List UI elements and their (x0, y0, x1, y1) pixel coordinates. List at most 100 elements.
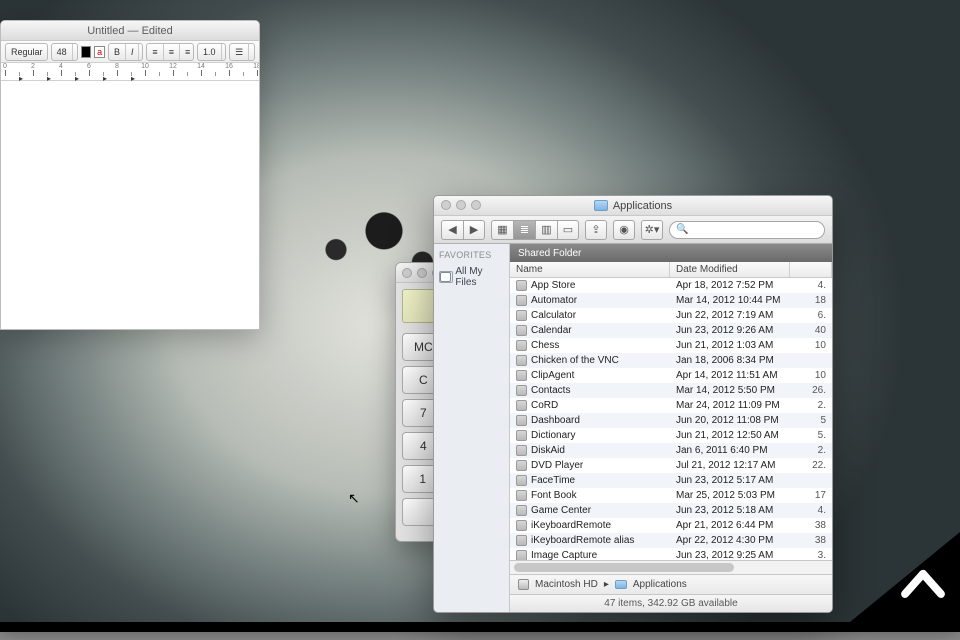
file-name: Game Center (531, 505, 591, 516)
column-size[interactable] (790, 262, 832, 277)
file-name: FaceTime (531, 475, 575, 486)
file-name: Font Book (531, 490, 577, 501)
textedit-document-body[interactable] (1, 81, 259, 329)
table-row[interactable]: ChessJun 21, 2012 1:03 AM10 (510, 338, 832, 353)
file-date: Jun 21, 2012 1:03 AM (670, 340, 790, 351)
file-name: Calendar (531, 325, 572, 336)
text-color-red-swatch[interactable]: a (94, 46, 105, 58)
file-name: Dictionary (531, 430, 575, 441)
table-row[interactable]: CalculatorJun 22, 2012 7:19 AM6. (510, 308, 832, 323)
file-size: 17 (790, 490, 832, 501)
file-name: Automator (531, 295, 577, 306)
table-row[interactable]: Game CenterJun 23, 2012 5:18 AM4. (510, 503, 832, 518)
file-name: App Store (531, 280, 575, 291)
file-list[interactable]: App StoreApr 18, 2012 7:52 PM4.Automator… (510, 278, 832, 560)
table-row[interactable]: ContactsMar 14, 2012 5:50 PM26. (510, 383, 832, 398)
column-name[interactable]: Name (510, 262, 670, 277)
finder-title: Applications (613, 200, 672, 212)
file-date: Jun 21, 2012 12:50 AM (670, 430, 790, 441)
table-row[interactable]: ClipAgentApr 14, 2012 11:51 AM10 (510, 368, 832, 383)
file-size: 4. (790, 505, 832, 516)
align-seg[interactable]: ≡≡≡≡ (146, 43, 194, 61)
zoom-icon[interactable] (471, 200, 481, 210)
file-size: 38 (790, 520, 832, 531)
file-date: Mar 25, 2012 5:03 PM (670, 490, 790, 501)
table-row[interactable]: AutomatorMar 14, 2012 10:44 PM18 (510, 293, 832, 308)
table-row[interactable]: App StoreApr 18, 2012 7:52 PM4. (510, 278, 832, 293)
action-button[interactable]: ✲▾ (641, 220, 663, 240)
scrollbar-thumb[interactable] (514, 563, 734, 572)
bottom-edge (0, 622, 960, 632)
file-size: 10 (790, 340, 832, 351)
table-row[interactable]: CoRDMar 24, 2012 11:09 PM2. (510, 398, 832, 413)
table-row[interactable]: iKeyboardRemoteApr 21, 2012 6:44 PM38 (510, 518, 832, 533)
path-bar[interactable]: Macintosh HD ▸ Applications (510, 574, 832, 594)
disk-icon (518, 579, 529, 590)
text-color-swatch[interactable] (81, 46, 92, 58)
finder-titlebar[interactable]: Applications (434, 196, 832, 216)
app-icon (516, 415, 527, 426)
minimize-icon[interactable] (417, 268, 427, 278)
table-row[interactable]: Image CaptureJun 23, 2012 9:25 AM3. (510, 548, 832, 560)
style-selector[interactable]: Regular▾ (5, 43, 48, 61)
file-size: 38 (790, 535, 832, 546)
font-size-field[interactable]: 48▾ (51, 43, 78, 61)
status-bar: 47 items, 342.92 GB available (510, 594, 832, 612)
close-icon[interactable] (441, 200, 451, 210)
horizontal-scrollbar[interactable] (510, 560, 832, 574)
icon-view-button[interactable]: ▦ (491, 220, 513, 240)
sidebar-header-favorites: FAVORITES (439, 250, 504, 260)
nav-back-forward[interactable]: ◀▶ (441, 220, 485, 240)
file-date: Jan 18, 2006 8:34 PM (670, 355, 790, 366)
quicklook-button[interactable]: ◉ (613, 220, 635, 240)
table-row[interactable]: FaceTimeJun 23, 2012 5:17 AM (510, 473, 832, 488)
app-icon (516, 430, 527, 441)
file-name: DVD Player (531, 460, 583, 471)
file-size: 6. (790, 310, 832, 321)
coverflow-view-button[interactable]: ▭ (557, 220, 579, 240)
shared-folder-bar: Shared Folder (510, 244, 832, 262)
search-input[interactable]: 🔍 (669, 221, 825, 239)
share-button[interactable]: ⇪ (585, 220, 607, 240)
ruler-number: 4 (59, 63, 63, 70)
table-row[interactable]: DVD PlayerJul 21, 2012 12:17 AM22. (510, 458, 832, 473)
table-row[interactable]: Chicken of the VNCJan 18, 2006 8:34 PM (510, 353, 832, 368)
table-row[interactable]: iKeyboardRemote aliasApr 22, 2012 4:30 P… (510, 533, 832, 548)
file-name: DiskAid (531, 445, 565, 456)
view-mode-seg[interactable]: ▦ ≣ ▥ ▭ (491, 220, 579, 240)
column-date[interactable]: Date Modified (670, 262, 790, 277)
table-row[interactable]: Font Book Mar 25, 2012 5:03 PM17 (510, 488, 832, 503)
file-date: Mar 24, 2012 11:09 PM (670, 400, 790, 411)
table-row[interactable]: CalendarJun 23, 2012 9:26 AM40 (510, 323, 832, 338)
list-view-button[interactable]: ≣ (513, 220, 535, 240)
file-date: Jun 20, 2012 11:08 PM (670, 415, 790, 426)
textedit-ruler[interactable]: 024681012141618▸▸▸▸▸ (1, 63, 259, 81)
close-icon[interactable] (402, 268, 412, 278)
bold-italic-underline-seg[interactable]: B I U (108, 43, 143, 61)
app-icon (516, 445, 527, 456)
ruler-number: 14 (197, 63, 205, 70)
path-folder[interactable]: Applications (633, 579, 687, 590)
line-spacing-selector[interactable]: 1.0▾ (197, 43, 226, 61)
sidebar-item-all-my-files[interactable]: All My Files (439, 264, 504, 290)
table-row[interactable]: DictionaryJun 21, 2012 12:50 AM5. (510, 428, 832, 443)
path-disk[interactable]: Macintosh HD (535, 579, 598, 590)
table-row[interactable]: DashboardJun 20, 2012 11:08 PM5 (510, 413, 832, 428)
forward-button[interactable]: ▶ (463, 220, 485, 240)
minimize-icon[interactable] (456, 200, 466, 210)
app-icon (516, 355, 527, 366)
app-icon (516, 370, 527, 381)
italic-button: I (126, 44, 140, 60)
underline-button: U (139, 44, 143, 60)
ruler-number: 6 (87, 63, 91, 70)
column-view-button[interactable]: ▥ (535, 220, 557, 240)
table-row[interactable]: DiskAidJan 6, 2011 6:40 PM2. (510, 443, 832, 458)
file-name: ClipAgent (531, 370, 574, 381)
back-button[interactable]: ◀ (441, 220, 463, 240)
app-icon (516, 505, 527, 516)
finder-toolbar: ◀▶ ▦ ≣ ▥ ▭ ⇪ ◉ ✲▾ 🔍 (434, 216, 832, 244)
file-name: Calculator (531, 310, 576, 321)
list-selector[interactable]: ☰▾ (229, 43, 255, 61)
column-headers[interactable]: Name Date Modified (510, 262, 832, 278)
textedit-titlebar[interactable]: Untitled — Edited (1, 21, 259, 41)
